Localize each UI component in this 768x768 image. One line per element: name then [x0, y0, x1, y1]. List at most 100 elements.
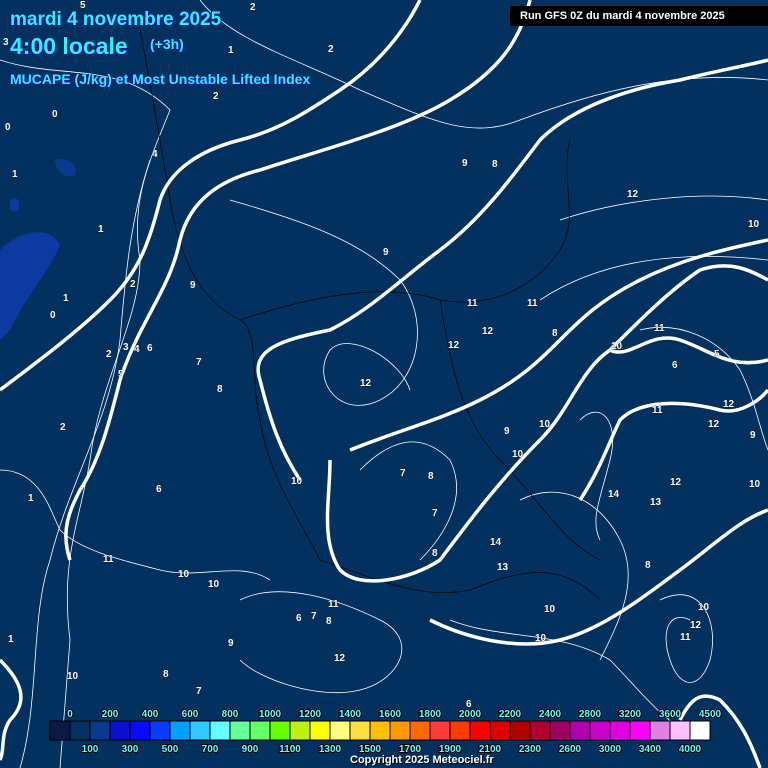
contour-label: 2	[250, 2, 256, 13]
legend-swatch	[589, 720, 611, 741]
weather-map: 5 2 3 1 2 2 0 0 4 1 9 8 12 1 9 10 2 1 9 …	[0, 0, 768, 768]
contour-label: 7	[196, 686, 202, 697]
contour-label: 7	[311, 611, 317, 622]
contour-label: 11	[654, 323, 665, 334]
legend-label-top: 1400	[339, 709, 362, 720]
contour-label: 12	[334, 653, 346, 664]
legend-swatch	[369, 720, 391, 741]
legend-swatch	[169, 720, 191, 741]
contour-label: 11	[680, 632, 691, 643]
contour-label: 10	[535, 633, 547, 644]
contour-label: 8	[428, 471, 434, 482]
legend-label-bottom: 500	[162, 744, 179, 755]
legend-swatch	[229, 720, 251, 741]
legend-label-top: 2000	[459, 709, 482, 720]
contour-label: 14	[608, 489, 620, 500]
contour-label: 12	[690, 620, 702, 631]
legend-swatch	[309, 720, 331, 741]
copyright: Copyright 2025 Meteociel.fr	[350, 754, 494, 766]
contour-label: 8	[432, 548, 438, 559]
legend-swatch	[649, 720, 671, 741]
contour-label: 14	[490, 537, 502, 548]
legend-swatch	[669, 720, 691, 741]
contour-label: 12	[670, 477, 682, 488]
contour-label: 11	[467, 298, 478, 309]
legend-label-top: 800	[222, 709, 239, 720]
legend-label-bottom: 3000	[599, 744, 622, 755]
parameter-title: MUCAPE (J/kg) et Most Unstable Lifted In…	[10, 71, 311, 87]
legend-label-bottom: 4000	[679, 744, 702, 755]
country-borders	[139, 29, 601, 601]
legend-swatch	[149, 720, 171, 741]
contour-label: 12	[360, 378, 372, 389]
contour-label: 7	[400, 468, 406, 479]
contour-label: 6	[156, 484, 162, 495]
thin-contours	[0, 0, 768, 768]
legend-swatch	[569, 720, 591, 741]
legend-label-top: 200	[102, 709, 119, 720]
contour-label: 4	[134, 344, 140, 355]
contour-label: 11	[652, 405, 663, 416]
contour-label: 6	[296, 613, 302, 624]
legend-label-bottom: 3400	[639, 744, 662, 755]
forecast-time: 4:00 locale	[10, 33, 128, 59]
legend-swatch	[49, 720, 71, 741]
legend-label-top: 600	[182, 709, 199, 720]
contour-label: 9	[190, 280, 196, 291]
legend-swatch	[609, 720, 631, 741]
contour-label: 1	[12, 169, 18, 180]
legend-label-bottom: 2300	[519, 744, 542, 755]
contour-label: 9	[228, 638, 234, 649]
legend-label-top: 1000	[259, 709, 282, 720]
contour-label: 7	[432, 508, 438, 519]
contour-label: 1	[63, 293, 69, 304]
contour-label: 9	[504, 426, 510, 437]
contour-label: 9	[383, 247, 389, 258]
map-canvas: 5 2 3 1 2 2 0 0 4 1 9 8 12 1 9 10 2 1 9 …	[0, 0, 768, 768]
contour-label: 12	[448, 340, 460, 351]
contour-label: 5	[118, 369, 124, 380]
contour-label: 3	[3, 37, 9, 48]
legend-label-top: 1800	[419, 709, 442, 720]
legend-label-bottom: 700	[202, 744, 219, 755]
legend-swatch	[689, 720, 711, 741]
legend-label-top: 3200	[619, 709, 642, 720]
contour-label: 10	[539, 419, 551, 430]
legend-label-bottom: 1100	[279, 744, 301, 755]
legend-swatch	[209, 720, 231, 741]
contour-label: 11	[103, 554, 114, 565]
contour-label: 3	[123, 342, 129, 353]
contour-labels: 5 2 3 1 2 2 0 0 4 1 9 8 12 1 9 10 2 1 9 …	[3, 0, 761, 710]
contour-label: 11	[527, 298, 538, 309]
contour-label: 10	[67, 671, 79, 682]
contour-label: 6	[672, 360, 678, 371]
forecast-offset: (+3h)	[150, 36, 184, 52]
contour-label: 7	[196, 357, 202, 368]
legend-label-bottom: 2600	[559, 744, 582, 755]
contour-label: 0	[5, 122, 11, 133]
legend-label-bottom: 100	[82, 744, 99, 755]
contour-label: 10	[208, 579, 220, 590]
contour-label: 10	[611, 341, 623, 352]
contour-label: 2	[213, 91, 219, 102]
legend-swatch	[129, 720, 151, 741]
contour-label: 0	[50, 310, 56, 321]
contour-label: 2	[106, 349, 112, 360]
contour-label: 13	[650, 497, 662, 508]
legend-label-top: 2800	[579, 709, 602, 720]
contour-label: 1	[228, 45, 234, 56]
thick-li-contours	[0, 0, 768, 768]
legend-swatch	[389, 720, 411, 741]
color-scale-legend: 0 200 400 600 800 1000 1200 1400 1600 1800 2000 220…	[49, 708, 723, 756]
legend-swatch	[429, 720, 451, 741]
legend-swatch	[409, 720, 431, 741]
contour-label: 8	[217, 384, 223, 395]
legend-swatch	[109, 720, 131, 741]
legend-swatch	[329, 720, 351, 741]
contour-label: 12	[482, 326, 494, 337]
contour-label: 10	[749, 479, 761, 490]
legend-label-top: 3600	[659, 709, 682, 720]
legend-label-top: 400	[142, 709, 159, 720]
blue-cape-areas	[0, 158, 76, 340]
contour-label: 2	[328, 44, 334, 55]
